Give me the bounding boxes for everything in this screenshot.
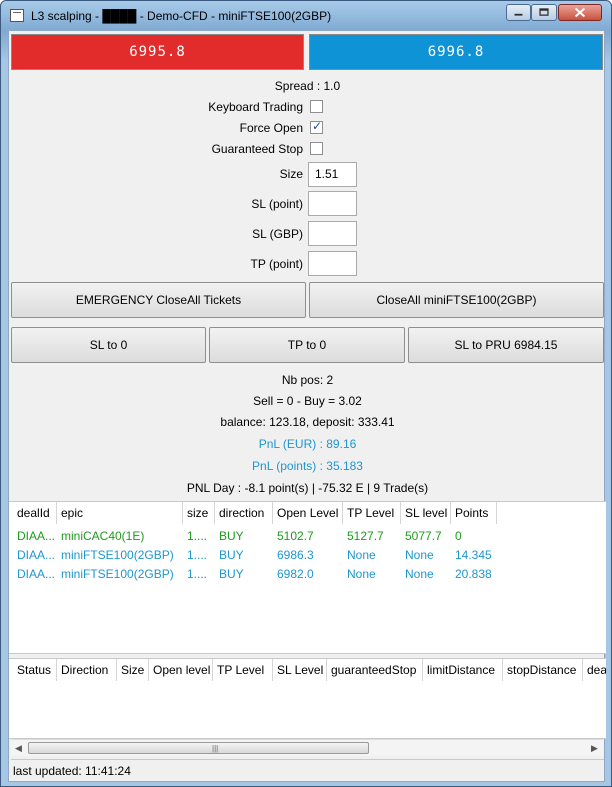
sl-gbp-label: SL (GBP)	[252, 227, 303, 241]
positions-cell[interactable]: DIAA...	[13, 565, 57, 584]
positions-header-cell[interactable]: Points	[451, 502, 497, 524]
positions-cell[interactable]: None	[401, 546, 451, 565]
positions-cell[interactable]: 1....	[183, 565, 215, 584]
size-field[interactable]: 1.51	[308, 162, 357, 187]
client-area: 6995.8 6996.8 Spread : 1.0 Keyboard Trad…	[8, 30, 606, 782]
positions-cell[interactable]: None	[343, 546, 401, 565]
positions-cell[interactable]: BUY	[215, 565, 273, 584]
sl-gbp-field[interactable]	[308, 221, 357, 246]
positions-cell[interactable]: None	[343, 565, 401, 584]
orders-header-cell[interactable]: Status	[13, 659, 57, 681]
positions-cell[interactable]: miniFTSE100(2GBP)	[57, 565, 183, 584]
positions-cell[interactable]: 20.838	[451, 565, 497, 584]
spread-label: Spread : 1.0	[274, 79, 341, 93]
positions-header-cell[interactable]: size	[183, 502, 215, 524]
close-button[interactable]	[558, 4, 602, 21]
guaranteed-stop-label: Guaranteed Stop	[211, 142, 303, 156]
orders-table[interactable]: Status Direction Size Open level TP Level SL …	[9, 658, 606, 739]
orders-header-cell[interactable]: limitDistance	[423, 659, 503, 681]
minimize-button[interactable]	[506, 4, 531, 21]
positions-cell[interactable]: 6982.0	[273, 565, 343, 584]
maximize-icon	[539, 8, 549, 16]
positions-header-cell[interactable]: direction	[215, 502, 273, 524]
keyboard-trading-label: Keyboard Trading	[208, 100, 303, 114]
positions-cell[interactable]: 1....	[183, 546, 215, 565]
positions-header-cell[interactable]: epic	[57, 502, 183, 524]
positions-cell[interactable]: 6986.3	[273, 546, 343, 565]
pnl-points-label: PnL (points) : 35.183	[252, 459, 363, 473]
positions-cell[interactable]: None	[401, 565, 451, 584]
positions-cell[interactable]: DIAA...	[13, 527, 57, 546]
orders-header-cell[interactable]: Open level	[149, 659, 213, 681]
sl-point-label: SL (point)	[251, 197, 303, 211]
close-all-button[interactable]: CloseAll miniFTSE100(2GBP)	[309, 282, 604, 318]
positions-cell[interactable]: 5102.7	[273, 527, 343, 546]
orders-header-cell[interactable]: dea	[583, 659, 606, 681]
buy-price-button[interactable]: 6996.8	[309, 34, 603, 70]
status-bar: last updated: 11:41:24	[11, 759, 604, 781]
title-bar[interactable]: L3 scalping - ████ - Demo-CFD - miniFTSE…	[1, 1, 611, 29]
sl-to-0-button[interactable]: SL to 0	[11, 327, 206, 363]
positions-cell[interactable]: 1....	[183, 527, 215, 546]
window-title: L3 scalping - ████ - Demo-CFD - miniFTSE…	[31, 9, 332, 23]
close-icon	[574, 7, 586, 18]
app-icon	[10, 9, 24, 22]
scroll-right-icon[interactable]: ▶	[591, 743, 598, 754]
positions-cell[interactable]: 5127.7	[343, 527, 401, 546]
orders-header-cell[interactable]: stopDistance	[503, 659, 583, 681]
orders-header-cell[interactable]: SL Level	[273, 659, 327, 681]
positions-cell[interactable]: miniCAC40(1E)	[57, 527, 183, 546]
nb-pos-label: Nb pos: 2	[281, 373, 334, 387]
positions-header-cell[interactable]: Open Level	[273, 502, 343, 524]
size-label: Size	[279, 167, 303, 181]
app-window: L3 scalping - ████ - Demo-CFD - miniFTSE…	[0, 0, 612, 787]
positions-table[interactable]: dealId epic size direction Open Level TP Leve…	[9, 501, 606, 654]
scroll-thumb[interactable]: |||	[28, 742, 369, 754]
positions-header-cell[interactable]: TP Level	[343, 502, 401, 524]
grip-icon: |||	[212, 744, 219, 753]
keyboard-trading-checkbox[interactable]	[310, 100, 323, 113]
positions-header-cell[interactable]: SL level	[401, 502, 451, 524]
minimize-icon	[514, 13, 523, 16]
sl-to-pru-button[interactable]: SL to PRU 6984.15	[408, 327, 604, 363]
orders-header-cell[interactable]: Direction	[57, 659, 117, 681]
orders-header-cell[interactable]: Size	[117, 659, 149, 681]
horizontal-scrollbar[interactable]: ◀ ||| ▶	[11, 739, 603, 756]
sell-price-button[interactable]: 6995.8	[11, 34, 304, 70]
guaranteed-stop-checkbox[interactable]	[310, 142, 323, 155]
balance-label: balance: 123.18, deposit: 333.41	[220, 415, 395, 429]
sl-point-field[interactable]	[308, 191, 357, 216]
scroll-left-icon[interactable]: ◀	[15, 743, 22, 754]
maximize-button[interactable]	[531, 4, 557, 21]
force-open-checkbox[interactable]	[310, 119, 323, 134]
positions-cell[interactable]: 5077.7	[401, 527, 451, 546]
positions-cell[interactable]: BUY	[215, 546, 273, 565]
positions-cell[interactable]: 0	[451, 527, 497, 546]
emergency-close-all-button[interactable]: EMERGENCY CloseAll Tickets	[11, 282, 306, 318]
orders-header-cell[interactable]: guaranteedStop	[327, 659, 423, 681]
positions-cell[interactable]: miniFTSE100(2GBP)	[57, 546, 183, 565]
tp-point-label: TP (point)	[250, 257, 303, 271]
positions-cell[interactable]: BUY	[215, 527, 273, 546]
sell-buy-label: Sell = 0 - Buy = 3.02	[253, 394, 362, 408]
orders-header-cell[interactable]: TP Level	[213, 659, 273, 681]
force-open-label: Force Open	[239, 121, 303, 135]
pnl-day-label: PNL Day : -8.1 point(s) | -75.32 E | 9 T…	[186, 481, 429, 495]
positions-cell[interactable]: 14.345	[451, 546, 497, 565]
positions-header-cell[interactable]: dealId	[13, 502, 57, 524]
tp-to-0-button[interactable]: TP to 0	[209, 327, 405, 363]
positions-cell[interactable]: DIAA...	[13, 546, 57, 565]
tp-point-field[interactable]	[308, 251, 357, 276]
pnl-eur-label: PnL (EUR) : 89.16	[258, 437, 357, 451]
